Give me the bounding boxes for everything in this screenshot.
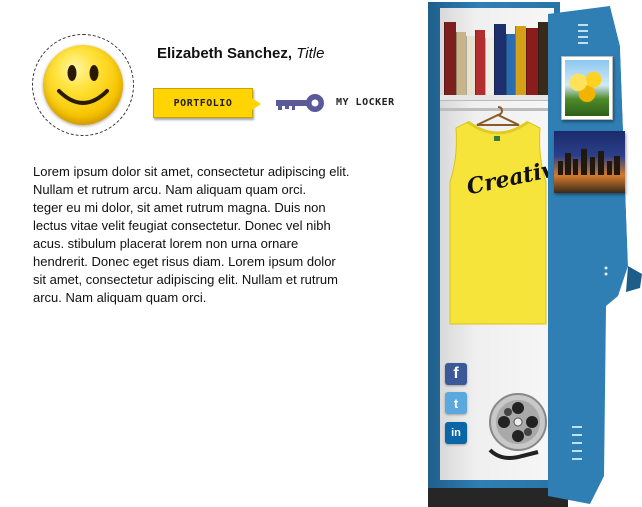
key-icon xyxy=(276,94,324,112)
portfolio-button[interactable]: PORTFOLIO xyxy=(153,88,261,118)
book xyxy=(475,30,485,96)
linkedin-icon[interactable]: in xyxy=(445,422,467,444)
book xyxy=(444,22,456,96)
facebook-icon[interactable]: f xyxy=(445,363,467,385)
book xyxy=(485,38,494,96)
profile-name-text: Elizabeth Sanchez, xyxy=(157,45,293,62)
tulips-photo xyxy=(561,56,613,120)
bio-text: Lorem ipsum dolor sit amet, consectetur … xyxy=(33,164,350,305)
book xyxy=(526,28,538,96)
locker-shelf xyxy=(440,95,554,101)
book xyxy=(515,26,526,96)
city-skyline-photo xyxy=(554,131,625,193)
avatar xyxy=(32,34,134,136)
twitter-icon[interactable]: t xyxy=(445,392,467,414)
bookshelf xyxy=(444,16,550,96)
book xyxy=(494,24,506,96)
locker-base xyxy=(428,488,568,507)
tshirt-image xyxy=(449,120,547,325)
book xyxy=(506,34,515,96)
my-locker-link[interactable]: MY LOCKER xyxy=(336,97,395,108)
book xyxy=(466,36,475,96)
book xyxy=(456,32,466,96)
smiley-face-icon xyxy=(43,45,123,125)
profile-name: Elizabeth Sanchez, Title xyxy=(157,45,324,62)
profile-title: Title xyxy=(296,45,325,62)
portfolio-button-label: PORTFOLIO xyxy=(173,97,233,109)
film-reel-icon[interactable] xyxy=(482,390,552,460)
book xyxy=(538,22,548,96)
